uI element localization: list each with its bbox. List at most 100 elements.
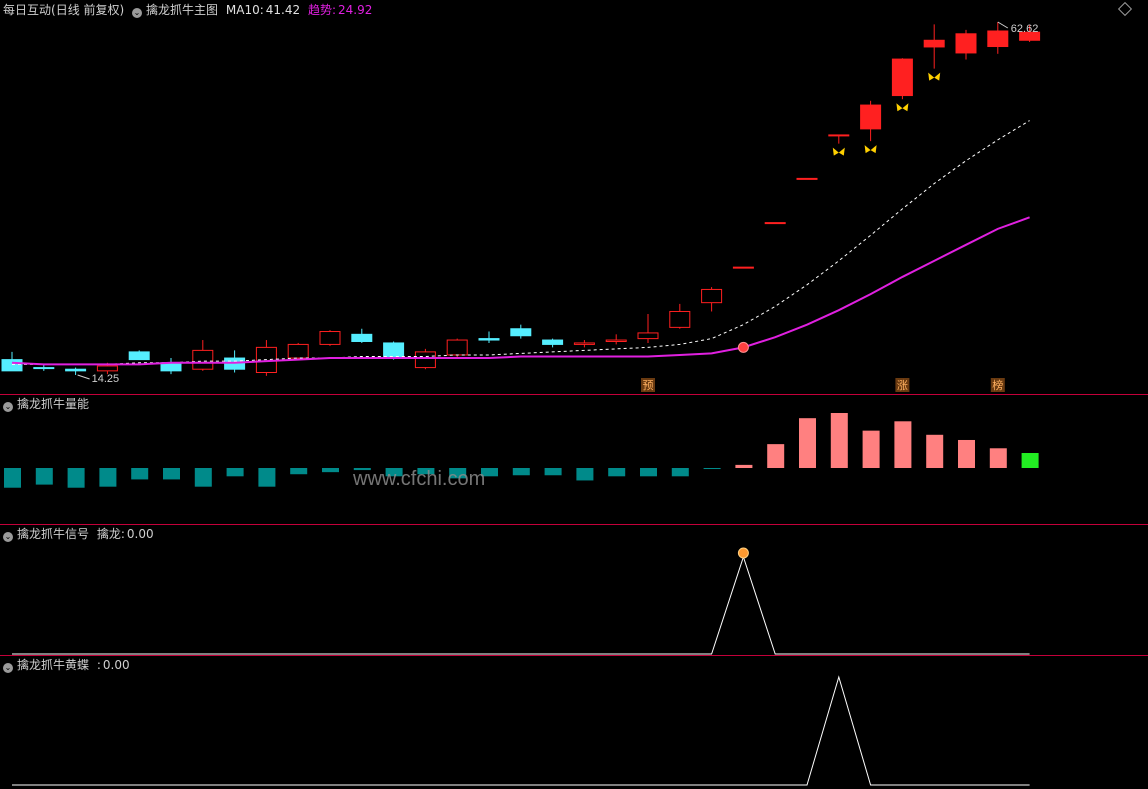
volume-bar bbox=[894, 421, 912, 468]
butterfly-value-label: : bbox=[96, 658, 101, 672]
candle-body bbox=[732, 266, 754, 269]
candle-body bbox=[764, 222, 786, 225]
candle-body bbox=[33, 367, 55, 370]
watermark: www.cfchi.com bbox=[353, 468, 486, 490]
butterfly-wing-left bbox=[864, 145, 871, 154]
butterfly-value: 0.00 bbox=[102, 658, 130, 672]
volume-bar bbox=[767, 444, 785, 468]
trend-label: 趋势: bbox=[307, 3, 336, 17]
butterfly-wing-right bbox=[838, 147, 845, 156]
chevron-down-icon[interactable]: ⌄ bbox=[3, 663, 13, 673]
candle-body bbox=[637, 332, 659, 340]
candle-body bbox=[1, 359, 23, 372]
volume-bar bbox=[163, 468, 180, 480]
volume-bar bbox=[958, 439, 975, 468]
candle-body bbox=[287, 343, 309, 359]
candle-body bbox=[478, 338, 500, 341]
high-price-label: 62.62 bbox=[1011, 23, 1039, 35]
candle-body bbox=[542, 339, 564, 345]
candle-body bbox=[351, 333, 373, 342]
stock-name: 每日互动 bbox=[3, 3, 52, 17]
volume-bar bbox=[131, 468, 149, 480]
volume-bar bbox=[99, 468, 117, 487]
candle-body bbox=[446, 339, 468, 356]
butterfly-icon bbox=[928, 72, 941, 81]
butterfly-wing-right bbox=[870, 145, 877, 154]
signal-peak-icon bbox=[737, 547, 749, 559]
candle-body bbox=[669, 310, 691, 328]
candle-body bbox=[128, 351, 150, 361]
butterfly-indicator-name[interactable]: 擒龙抓牛黄蝶 bbox=[17, 658, 89, 672]
volume-bar bbox=[830, 413, 848, 468]
low-price-label: 14.25 bbox=[92, 373, 120, 385]
high-pointer bbox=[997, 21, 1009, 29]
volume-bar bbox=[1021, 453, 1039, 468]
volume-bar bbox=[290, 468, 308, 475]
volume-bar bbox=[35, 468, 53, 485]
signal-panel-header: ⌄ 擒龙抓牛信号 擒龙: 0.00 bbox=[3, 525, 158, 543]
butterfly-line bbox=[12, 675, 1030, 786]
signal-dot-icon bbox=[737, 341, 749, 353]
butterfly-wing-left bbox=[896, 103, 903, 112]
volume-bar bbox=[989, 448, 1007, 468]
candle-body bbox=[383, 342, 405, 357]
volume-bar bbox=[544, 468, 562, 476]
ma10-value: 41.42 bbox=[265, 3, 301, 17]
chevron-down-icon[interactable]: ⌄ bbox=[132, 8, 143, 18]
volume-bar bbox=[926, 434, 944, 468]
volume-bar bbox=[862, 430, 880, 468]
candle-body bbox=[319, 331, 341, 345]
panel-separator-3 bbox=[0, 655, 1148, 656]
volume-bar bbox=[576, 468, 594, 481]
volume-bar bbox=[512, 468, 530, 476]
candle-body bbox=[701, 288, 723, 304]
butterfly-icon bbox=[896, 103, 909, 112]
candle-body bbox=[605, 339, 627, 342]
candle-body bbox=[192, 349, 214, 370]
candle-body bbox=[65, 368, 87, 372]
volume-bar bbox=[258, 468, 276, 487]
volume-bar bbox=[322, 468, 339, 473]
main-indicator-name[interactable]: 擒龙抓牛主图 bbox=[146, 3, 218, 17]
chevron-down-icon[interactable]: ⌄ bbox=[3, 532, 13, 542]
candle-body bbox=[860, 104, 882, 130]
volume-bar bbox=[703, 468, 721, 470]
signal-value-label: 擒龙: bbox=[96, 527, 125, 541]
volume-bar bbox=[608, 468, 626, 477]
marker-label: 涨 bbox=[897, 379, 908, 392]
volume-bar bbox=[735, 464, 753, 468]
volume-indicator-name[interactable]: 擒龙抓牛量能 bbox=[17, 397, 89, 411]
volume-panel-header: ⌄ 擒龙抓牛量能 bbox=[3, 395, 93, 413]
signal-indicator-name[interactable]: 擒龙抓牛信号 bbox=[17, 527, 89, 541]
butterfly-icon bbox=[864, 145, 877, 154]
candle-body bbox=[573, 342, 595, 345]
ma10-label: MA10: bbox=[225, 3, 264, 17]
trend-line bbox=[11, 216, 1030, 366]
period-label: (日线 前复权) bbox=[51, 3, 125, 17]
signal-value: 0.00 bbox=[126, 527, 154, 541]
main-panel-header: 每日互动(日线 前复权) ⌄ 擒龙抓牛主图 MA10: 41.42 趋势: 24.92 bbox=[3, 1, 376, 19]
candle-body bbox=[796, 177, 818, 180]
low-pointer bbox=[77, 374, 90, 380]
volume-bar bbox=[67, 468, 85, 488]
trend-value: 24.92 bbox=[337, 3, 373, 17]
candle-body bbox=[955, 33, 977, 54]
candle-body bbox=[987, 30, 1009, 48]
butterfly-wing-right bbox=[902, 103, 909, 112]
chevron-down-icon[interactable]: ⌄ bbox=[3, 402, 13, 412]
candle-body bbox=[891, 58, 913, 97]
volume-bar bbox=[226, 468, 244, 477]
volume-bar bbox=[671, 468, 689, 477]
signal-line bbox=[12, 555, 1030, 655]
marker-label: 榜 bbox=[992, 378, 1003, 392]
butterfly-icon bbox=[832, 147, 845, 156]
panel-separator-2 bbox=[0, 524, 1148, 525]
candle-body bbox=[510, 328, 532, 337]
butterfly-wing-left bbox=[832, 147, 839, 156]
candle-body bbox=[96, 365, 118, 372]
panel-separator-1 bbox=[0, 394, 1148, 395]
candle-body bbox=[923, 39, 945, 48]
butterfly-wing-right bbox=[934, 72, 941, 81]
volume-bar bbox=[799, 418, 816, 468]
candle-body bbox=[414, 351, 436, 369]
